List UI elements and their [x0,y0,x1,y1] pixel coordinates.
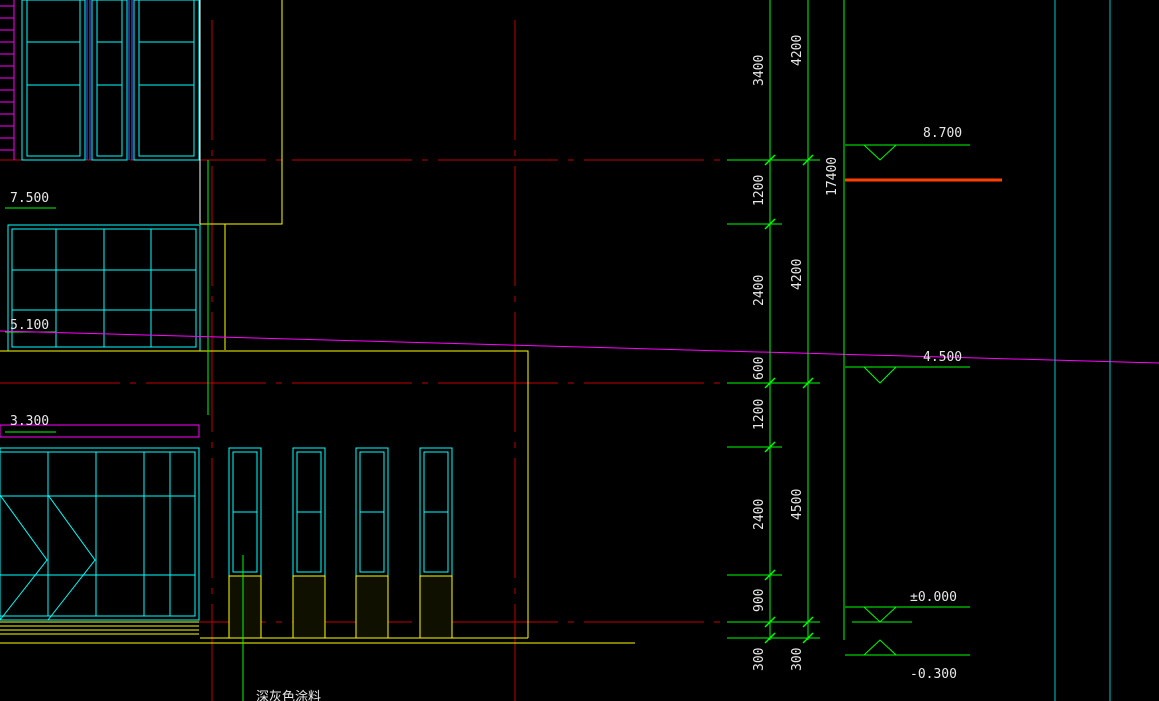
elevation-mark-8700: 8.700 [923,126,962,141]
material-note: 深灰色涂料 [256,689,321,701]
dim-total-17400: 17400 [825,157,840,196]
right-grid-lines [1054,0,1111,701]
cad-drawing-canvas[interactable]: 7.500 5.100 3.300 8.700 4.500 ±0.000 -0.… [0,0,1159,701]
dim-4200-middle: 4200 [790,259,805,290]
elevation-label-5100: 5.100 [10,318,49,333]
dim-3400: 3400 [752,55,767,86]
dim-1200-upper: 1200 [752,175,767,206]
dim-1200-lower: 1200 [752,399,767,430]
dimension-lines [727,0,845,640]
dim-2400-lower: 2400 [752,499,767,530]
elevation-label-7500: 7.500 [10,191,49,206]
dim-2400-upper: 2400 [752,275,767,306]
dim-4200-upper: 4200 [790,35,805,66]
dimension-ticks [764,154,814,644]
narrow-windows [228,447,453,639]
elevation-mark-minus-0300: -0.300 [910,667,957,682]
dim-4500: 4500 [790,489,805,520]
elevation-drawing: 7.500 5.100 3.300 8.700 4.500 ±0.000 -0.… [0,0,1159,701]
elevation-label-3300: 3.300 [10,414,49,429]
dim-900: 900 [752,589,767,612]
elevation-mark-0000: ±0.000 [910,590,957,605]
dim-300-col2: 300 [790,648,805,671]
level-markers [845,144,970,656]
elevation-mark-4500: 4.500 [923,350,962,365]
dim-600: 600 [752,357,767,380]
dim-300-col1: 300 [752,648,767,671]
